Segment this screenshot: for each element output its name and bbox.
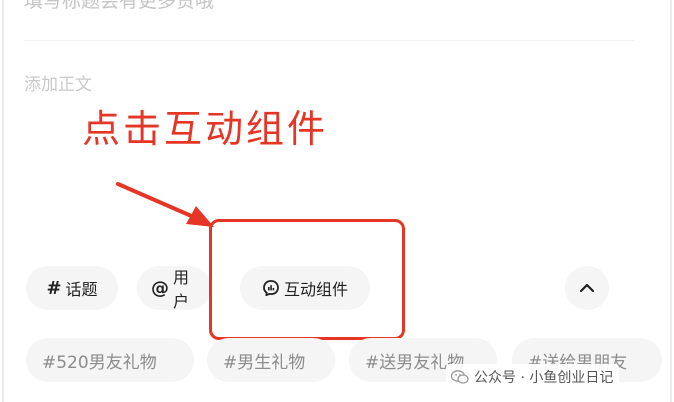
mention-user-button[interactable]: @ 用户: [137, 266, 211, 311]
topic-label: 话题: [65, 280, 98, 299]
chevron-up-icon: [579, 283, 595, 293]
user-label: 用户: [173, 268, 190, 311]
wechat-icon: [450, 370, 469, 384]
annotation-highlight-box: [209, 219, 405, 340]
watermark: 公众号 · 小鱼创业日记: [446, 364, 620, 390]
topic-button[interactable]: # 话题: [26, 266, 118, 310]
collapse-toolbar-button[interactable]: [565, 266, 609, 310]
tag-chip[interactable]: #男生礼物: [207, 338, 335, 382]
watermark-text: 公众号 · 小鱼创业日记: [474, 370, 614, 386]
hashtag-icon: #: [46, 277, 62, 299]
at-icon: @: [151, 277, 169, 299]
tag-chip[interactable]: #520男友礼物: [26, 338, 194, 382]
